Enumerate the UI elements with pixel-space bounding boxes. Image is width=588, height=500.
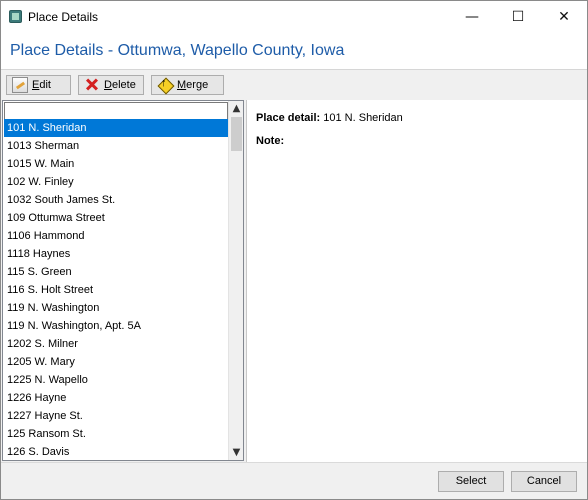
place-list-pane: 101 N. Sheridan 1013 Sherman 1015 W. Main 1… bbox=[2, 100, 244, 461]
list-item[interactable]: 1202 S. Milner bbox=[4, 335, 228, 353]
list-item[interactable]: 1106 Hammond bbox=[4, 227, 228, 245]
list-item[interactable]: 1015 W. Main bbox=[4, 155, 228, 173]
place-details-window: Place Details — ☐ ✕ Place Details - Ottu… bbox=[0, 0, 588, 500]
list-item[interactable]: 1227 Hayne St. bbox=[4, 407, 228, 425]
header: Place Details - Ottumwa, Wapello County,… bbox=[1, 33, 587, 70]
list-scrollbar[interactable]: ▲ ▼ bbox=[228, 101, 243, 460]
maximize-button[interactable]: ☐ bbox=[495, 1, 541, 33]
list-item[interactable]: 119 N. Washington, Apt. 5A bbox=[4, 317, 228, 335]
minimize-button[interactable]: — bbox=[449, 1, 495, 33]
toolbar: Edit Delete Merge bbox=[1, 71, 587, 99]
window-title: Place Details bbox=[28, 10, 99, 24]
place-list[interactable]: 101 N. Sheridan 1013 Sherman 1015 W. Main 1… bbox=[4, 119, 228, 460]
scroll-down-icon[interactable]: ▼ bbox=[229, 445, 244, 460]
list-item[interactable]: 1226 Hayne bbox=[4, 389, 228, 407]
detail-pane: Place detail: 101 N. Sheridan Note: bbox=[246, 100, 587, 462]
list-item[interactable]: 116 S. Holt Street bbox=[4, 281, 228, 299]
list-item[interactable]: 115 S. Green bbox=[4, 263, 228, 281]
list-item[interactable]: 102 W. Finley bbox=[4, 173, 228, 191]
list-item[interactable]: 1032 South James St. bbox=[4, 191, 228, 209]
cancel-button[interactable]: Cancel bbox=[511, 471, 577, 492]
list-item[interactable]: 1118 Haynes bbox=[4, 245, 228, 263]
edit-button-label: Edit bbox=[32, 79, 51, 91]
delete-button-label: Delete bbox=[104, 79, 136, 91]
search-input[interactable] bbox=[4, 102, 228, 119]
note-row: Note: bbox=[256, 135, 284, 147]
list-item[interactable]: 119 N. Washington bbox=[4, 299, 228, 317]
delete-x-icon bbox=[84, 77, 100, 93]
title-bar: Place Details — ☐ ✕ bbox=[1, 1, 587, 33]
scroll-thumb[interactable] bbox=[231, 117, 242, 151]
list-item[interactable]: 125 Ransom St. bbox=[4, 425, 228, 443]
list-item[interactable]: 1225 N. Wapello bbox=[4, 371, 228, 389]
close-button[interactable]: ✕ bbox=[541, 1, 587, 33]
scroll-up-icon[interactable]: ▲ bbox=[229, 101, 244, 116]
pencil-icon bbox=[12, 77, 28, 93]
select-button[interactable]: Select bbox=[438, 471, 504, 492]
list-item[interactable]: 109 Ottumwa Street bbox=[4, 209, 228, 227]
place-detail-row: Place detail: 101 N. Sheridan bbox=[256, 112, 403, 124]
list-item[interactable]: 1205 W. Mary bbox=[4, 353, 228, 371]
place-detail-label: Place detail: bbox=[256, 112, 321, 124]
place-detail-value: 101 N. Sheridan bbox=[323, 112, 403, 124]
merge-diamond-icon bbox=[157, 77, 173, 93]
merge-button-label: Merge bbox=[177, 79, 209, 91]
app-icon bbox=[9, 10, 22, 23]
list-item[interactable]: 1013 Sherman bbox=[4, 137, 228, 155]
list-item[interactable]: 126 S. Davis bbox=[4, 443, 228, 460]
footer: Select Cancel bbox=[1, 462, 587, 499]
page-title: Place Details - Ottumwa, Wapello County,… bbox=[10, 42, 345, 59]
delete-button[interactable]: Delete bbox=[78, 75, 144, 95]
note-label: Note: bbox=[256, 135, 285, 147]
list-item[interactable]: 101 N. Sheridan bbox=[4, 119, 228, 137]
merge-button[interactable]: Merge bbox=[151, 75, 224, 95]
edit-button[interactable]: Edit bbox=[6, 75, 71, 95]
